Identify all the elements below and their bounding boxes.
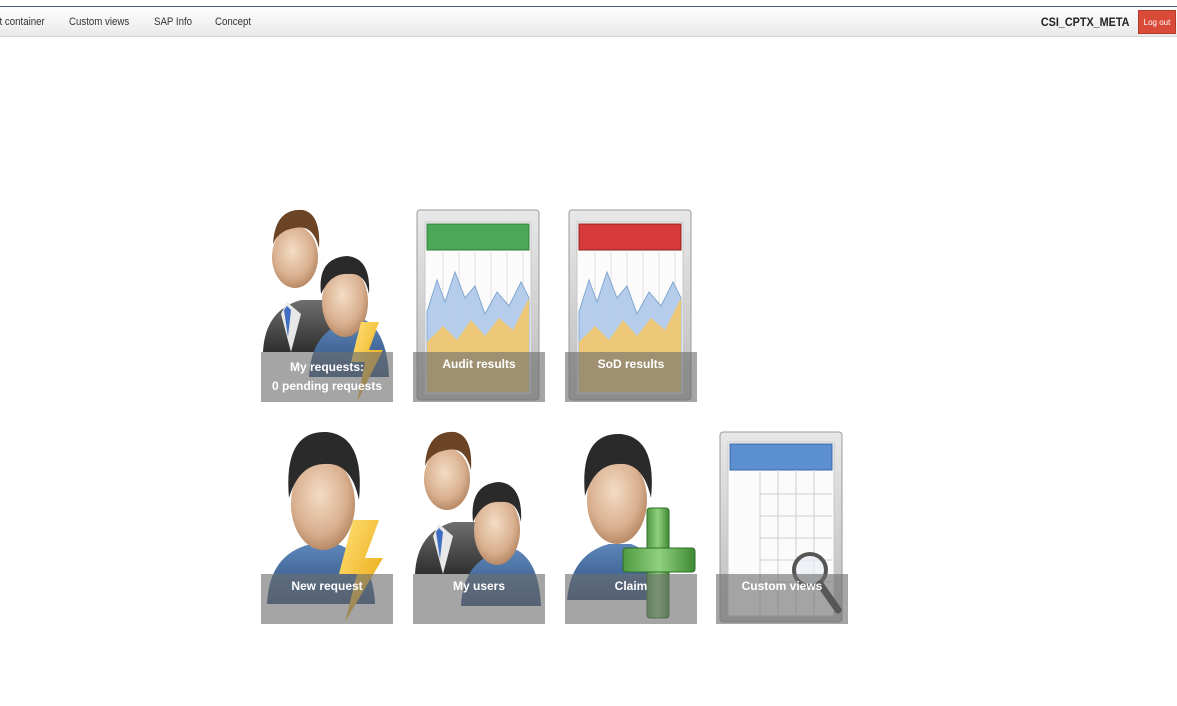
- tile-claim[interactable]: Claim: [565, 424, 697, 624]
- tile-label-custom-views: Custom views: [741, 579, 823, 593]
- top-navigation-bar: ult container Custom views SAP Info Conc…: [0, 6, 1177, 37]
- tile-caption: SoD results: [565, 352, 697, 402]
- tile-caption: New request: [261, 574, 393, 624]
- tile-caption: My users: [413, 574, 545, 624]
- tile-label-audit-results: Audit results: [442, 357, 516, 371]
- nav-item-custom-views[interactable]: Custom views: [69, 16, 129, 28]
- logout-button[interactable]: Log out: [1138, 10, 1176, 34]
- nav-item-sap-info[interactable]: SAP Info: [154, 16, 192, 28]
- pending-requests-count: 0 pending requests: [271, 379, 383, 393]
- tile-audit-results[interactable]: Audit results: [413, 202, 545, 402]
- tile-label-claim: Claim: [614, 579, 648, 593]
- tile-my-users[interactable]: My users: [413, 424, 545, 624]
- tile-custom-views[interactable]: Custom views: [716, 424, 848, 624]
- tile-sod-results[interactable]: SoD results: [565, 202, 697, 402]
- tile-label-my-requests: My requests:: [289, 360, 365, 374]
- tile-label-sod-results: SoD results: [597, 357, 665, 371]
- nav-item-default-container[interactable]: ult container: [0, 16, 45, 28]
- tile-my-requests[interactable]: My requests: 0 pending requests: [261, 202, 393, 402]
- tile-label-my-users: My users: [452, 579, 506, 593]
- tile-new-request[interactable]: New request: [261, 424, 393, 624]
- nav-item-concept[interactable]: Concept: [215, 16, 251, 28]
- username-label: CSI_CPTX_META: [1040, 15, 1129, 29]
- tile-caption: My requests: 0 pending requests: [261, 352, 393, 402]
- tile-label-new-request: New request: [291, 579, 363, 593]
- nav-menu: ult container Custom views SAP Info Conc…: [0, 7, 273, 37]
- tile-caption: Custom views: [716, 574, 848, 624]
- tile-caption: Claim: [565, 574, 697, 624]
- tile-caption: Audit results: [413, 352, 545, 402]
